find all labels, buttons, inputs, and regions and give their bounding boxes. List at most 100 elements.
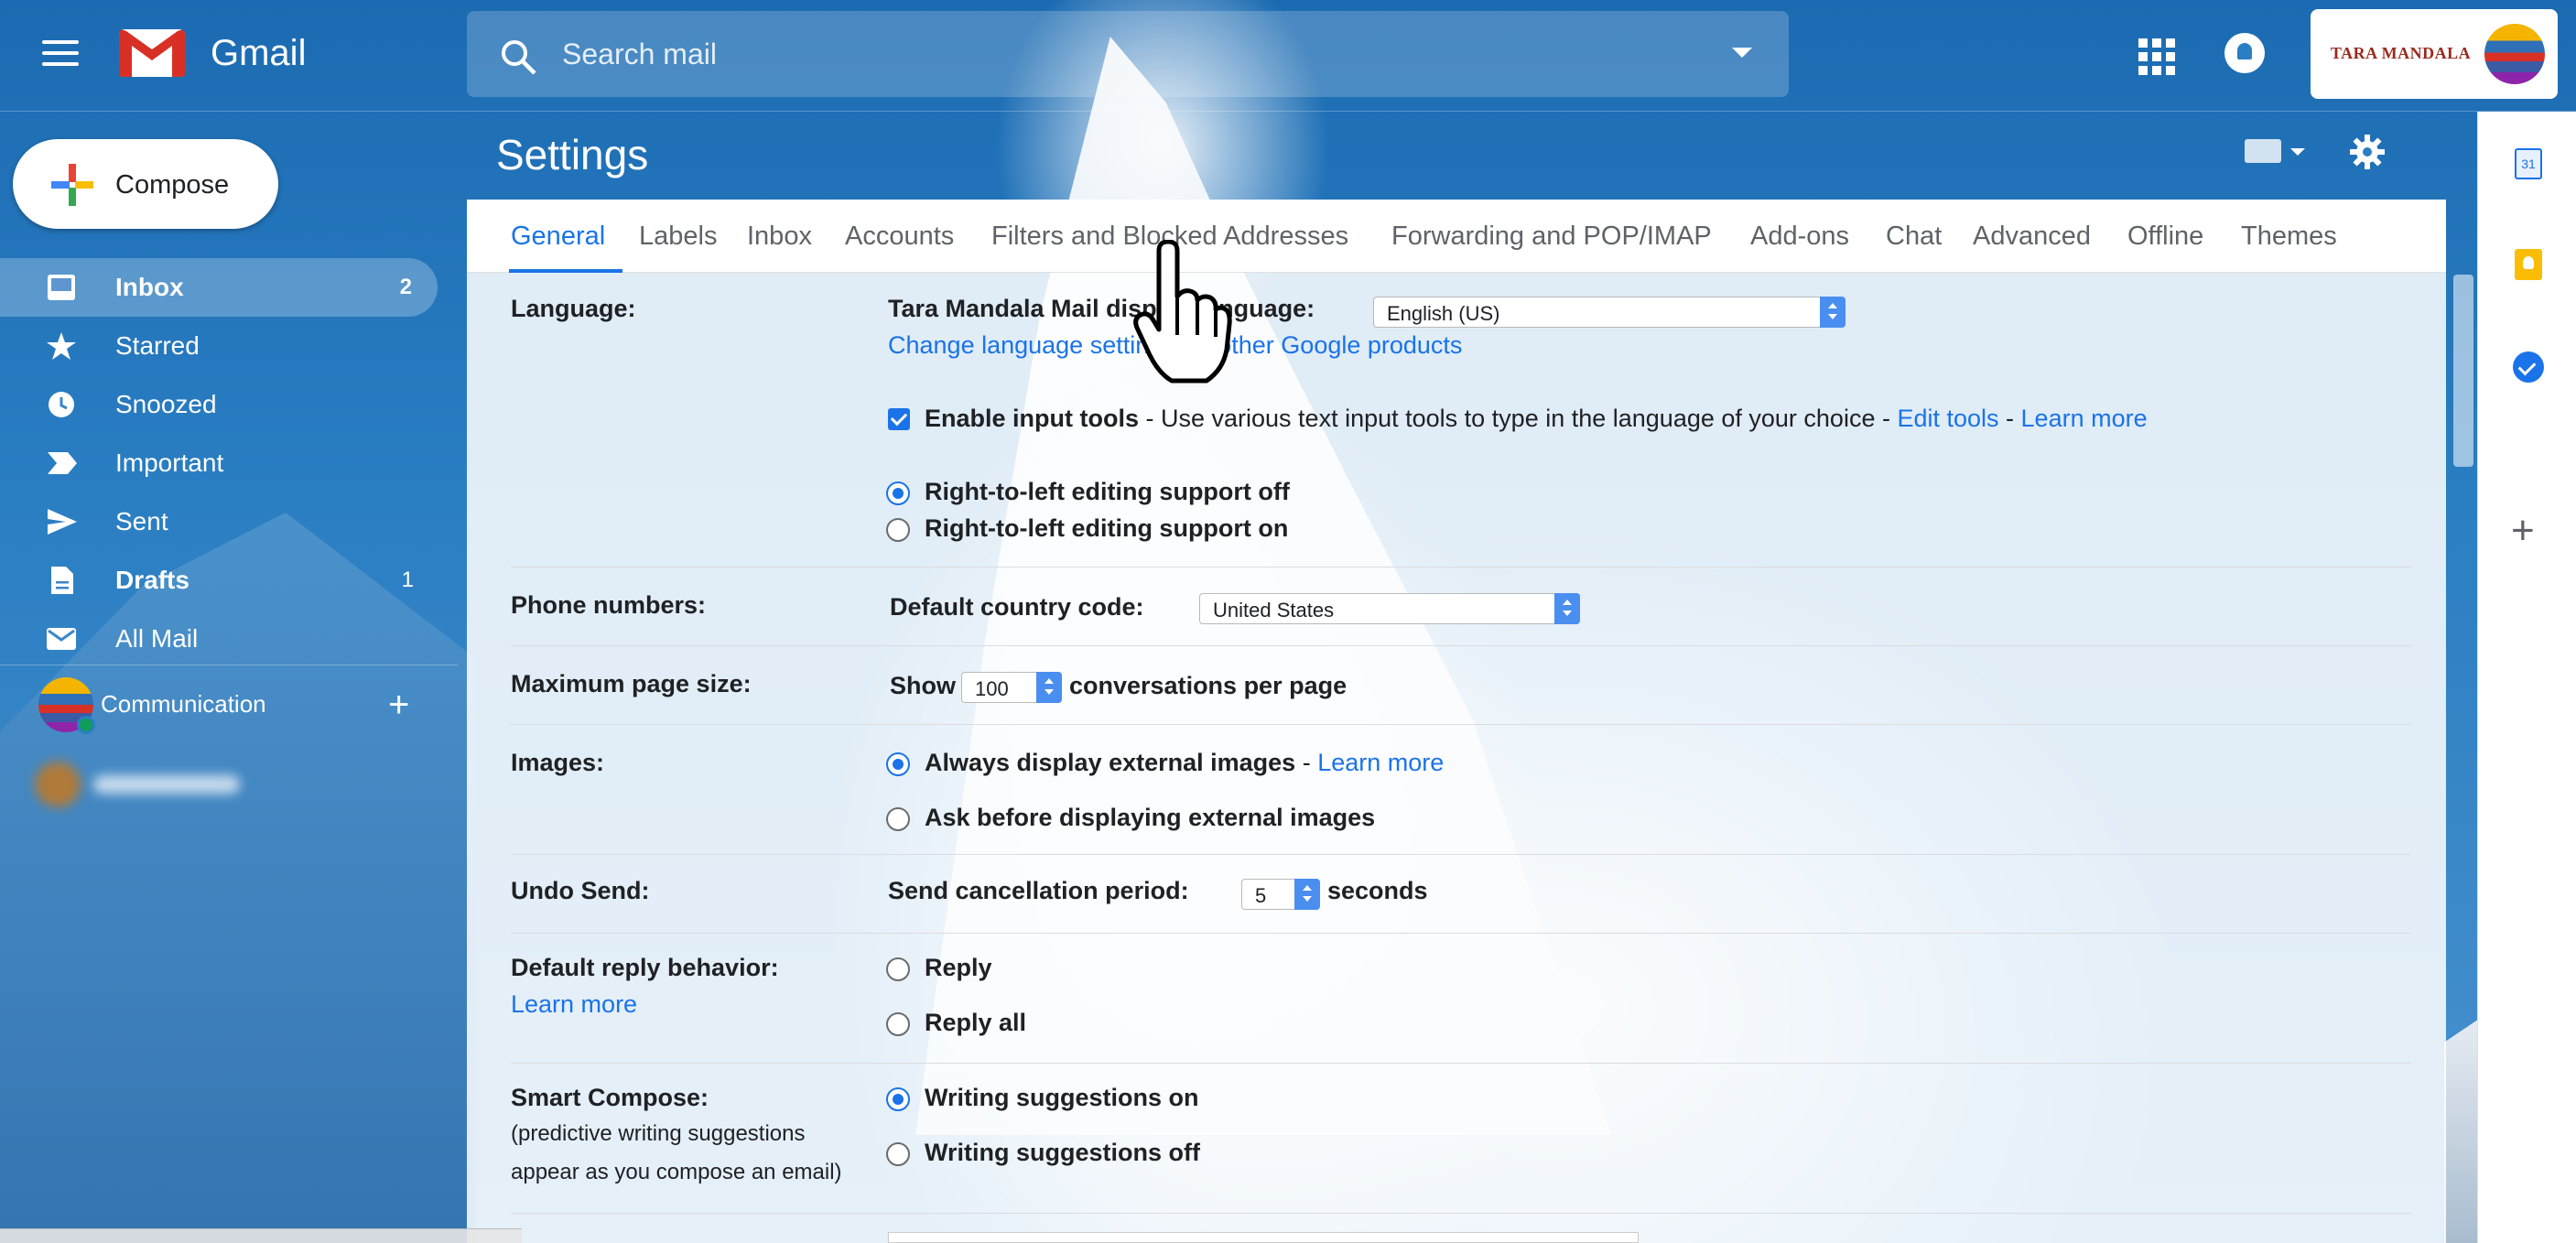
gmail-logo-icon[interactable]: [117, 26, 187, 79]
reply-radio[interactable]: [886, 957, 910, 981]
page-size-suffix: conversations per page: [1069, 672, 1348, 699]
setting-phone-numbers: Phone numbers: Default country code: Uni…: [511, 567, 2411, 646]
writing-suggestions-off-label: Writing suggestions off: [925, 1139, 1200, 1166]
setting-label: Language:: [511, 295, 636, 322]
tab-chat[interactable]: Chat: [1886, 222, 1942, 252]
hangouts-user-name[interactable]: Communication: [101, 690, 266, 719]
unread-count: 2: [399, 275, 412, 299]
tab-accounts[interactable]: Accounts: [845, 222, 954, 252]
seconds-suffix: seconds: [1327, 877, 1428, 904]
reply-label: Reply: [925, 954, 992, 981]
input-tools-dropdown-icon[interactable]: [2290, 148, 2305, 156]
sidebar-item-label: Sent: [115, 507, 168, 535]
tab-addons[interactable]: Add-ons: [1750, 222, 1849, 252]
calendar-icon[interactable]: 31: [2515, 148, 2542, 179]
sidebar-item-drafts[interactable]: Drafts 1: [0, 551, 439, 610]
sidebar-item-all-mail[interactable]: All Mail: [0, 610, 439, 668]
select-arrows-icon: [1820, 297, 1845, 328]
setting-images: Images: Always display external images -…: [511, 725, 2411, 855]
scrollbar-thumb[interactable]: [2453, 275, 2473, 467]
sidebar-item-snoozed[interactable]: Snoozed: [0, 375, 439, 434]
setting-undo-send: Undo Send: Send cancellation period: 5 s…: [511, 855, 2411, 934]
important-icon: [48, 452, 77, 474]
compose-button[interactable]: Compose: [13, 139, 278, 229]
main-menu-icon[interactable]: [40, 37, 81, 70]
sidebar-item-label: Important: [115, 449, 224, 477]
tab-themes[interactable]: Themes: [2241, 222, 2337, 252]
page-title: Settings: [496, 131, 649, 178]
writing-suggestions-off-radio[interactable]: [886, 1142, 910, 1166]
input-tools-desc: - Use various text input tools to type i…: [1139, 405, 1898, 432]
ask-before-images-radio[interactable]: [886, 807, 910, 831]
tab-inbox[interactable]: Inbox: [747, 222, 812, 252]
clock-icon: [49, 392, 74, 417]
learn-more-link[interactable]: Learn more: [2021, 405, 2148, 432]
edit-tools-link[interactable]: Edit tools: [1897, 405, 1998, 432]
side-panel: 31 +: [2477, 112, 2576, 1243]
rtl-on-radio[interactable]: [886, 518, 910, 542]
send-icon: [48, 509, 77, 535]
select-value: 5: [1255, 884, 1267, 907]
apps-grid-icon[interactable]: [2138, 38, 2175, 75]
hangouts-contact-blurred[interactable]: [35, 762, 254, 807]
setting-page-size: Maximum page size: Show 100 conversation…: [511, 646, 2411, 725]
select-value: 100: [975, 677, 1009, 700]
app-name[interactable]: Gmail: [211, 33, 306, 74]
settings-gear-icon[interactable]: [2349, 134, 2386, 170]
settings-panel: General Labels Inbox Accounts Filters an…: [467, 200, 2446, 1243]
learn-more-link[interactable]: Learn more: [1317, 749, 1444, 776]
top-bar: Gmail TARA MANDALA: [0, 0, 2576, 112]
sidebar-item-sent[interactable]: Sent: [0, 492, 439, 551]
learn-more-link[interactable]: Learn more: [511, 990, 637, 1019]
sidebar-item-label: Drafts: [115, 566, 189, 594]
rtl-off-radio[interactable]: [886, 481, 910, 505]
inbox-icon: [48, 275, 75, 300]
keyboard-icon[interactable]: [2245, 139, 2281, 163]
tab-labels[interactable]: Labels: [639, 222, 717, 252]
page-size-select[interactable]: 100: [961, 672, 1062, 703]
tasks-icon[interactable]: [2513, 351, 2544, 383]
setting-label: Undo Send:: [511, 877, 650, 904]
cancellation-period-prompt: Send cancellation period:: [888, 877, 1189, 904]
setting-label: Default reply behavior:: [511, 954, 779, 981]
select-value: United States: [1213, 599, 1335, 622]
setting-smart-compose: Smart Compose: (predictive writing sugge…: [511, 1064, 2411, 1214]
display-language-select[interactable]: English (US): [1373, 297, 1845, 328]
keep-icon[interactable]: [2515, 249, 2542, 280]
plus-icon: [51, 164, 93, 206]
cancellation-period-select[interactable]: 5: [1241, 879, 1320, 910]
sidebar-item-starred[interactable]: Starred: [0, 317, 439, 375]
hand-cursor-icon: [1133, 240, 1232, 384]
sidebar-item-label: Snoozed: [115, 390, 217, 418]
account-switcher[interactable]: TARA MANDALA: [2311, 9, 2558, 99]
tab-general[interactable]: General: [511, 222, 605, 252]
ask-before-images-label: Ask before displaying external images: [925, 804, 1376, 831]
search-options-icon[interactable]: [1732, 48, 1752, 58]
enable-input-tools-checkbox[interactable]: [888, 408, 910, 430]
sidebar-item-important[interactable]: Important: [0, 434, 439, 492]
select-arrows-icon: [1554, 593, 1580, 624]
search-box[interactable]: [467, 11, 1789, 97]
notifications-icon[interactable]: [2224, 33, 2265, 73]
compose-label: Compose: [115, 170, 230, 200]
settings-tabs: General Labels Inbox Accounts Filters an…: [467, 200, 2446, 273]
smart-compose-description-line-1: (predictive writing suggestions: [511, 1121, 806, 1146]
always-display-images-radio[interactable]: [886, 752, 910, 776]
draft-count: 1: [401, 567, 414, 592]
search-input[interactable]: [562, 29, 1615, 79]
search-icon[interactable]: [498, 37, 538, 77]
rtl-off-label: Right-to-left editing support off: [925, 478, 1290, 505]
add-on-plus-icon[interactable]: +: [2511, 511, 2535, 551]
tab-offline[interactable]: Offline: [2127, 222, 2203, 252]
tab-forwarding[interactable]: Forwarding and POP/IMAP: [1391, 222, 1712, 252]
writing-suggestions-on-radio[interactable]: [886, 1087, 910, 1111]
avatar[interactable]: [2484, 24, 2545, 84]
tab-advanced[interactable]: Advanced: [1973, 222, 2091, 252]
reply-all-radio[interactable]: [886, 1012, 910, 1036]
country-code-select[interactable]: United States: [1199, 593, 1580, 624]
hangouts-avatar[interactable]: [38, 677, 95, 734]
sidebar-item-inbox[interactable]: Inbox 2: [0, 258, 438, 317]
smart-compose-description-line-2: appear as you compose an email): [511, 1160, 842, 1184]
sidebar-item-label: Inbox: [115, 273, 184, 301]
new-conversation-button[interactable]: +: [388, 686, 409, 723]
